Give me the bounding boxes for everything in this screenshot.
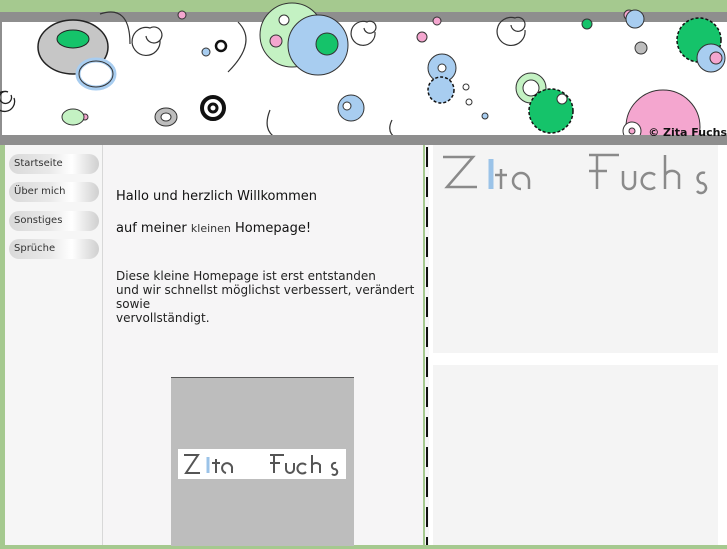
copyright-text: © Zita Fuchs xyxy=(648,126,727,139)
nav-item-sprueche[interactable]: Sprüche xyxy=(9,239,99,259)
welcome-subheading: auf meiner kleinen Homepage! xyxy=(116,221,311,236)
nav-item-sonstiges[interactable]: Sonstiges xyxy=(9,211,99,231)
intro-line: sowie xyxy=(116,297,151,311)
intro-line: und wir schnellst möglichst verbessert, … xyxy=(116,283,415,297)
nav-item-ueber-mich[interactable]: Über mich xyxy=(9,182,99,202)
right-panel-top xyxy=(433,145,718,353)
intro-paragraph: Diese kleine Homepage ist erst entstande… xyxy=(116,269,416,325)
decorative-circles-illustration xyxy=(0,2,726,145)
intro-line: Diese kleine Homepage ist erst entstande… xyxy=(116,269,376,283)
nav-item-startseite[interactable]: Startseite xyxy=(9,154,99,174)
header-banner: © Zita Fuchs xyxy=(0,0,727,145)
sub-suffix: Homepage! xyxy=(235,221,312,236)
sub-prefix: auf meiner xyxy=(116,221,187,236)
small-logo xyxy=(178,449,346,479)
main-content: Hallo und herzlich Willkommen auf meiner… xyxy=(103,145,423,546)
logo-wordmark xyxy=(443,153,708,195)
right-panel-bottom xyxy=(433,365,718,545)
dashed-line xyxy=(426,147,428,545)
welcome-heading: Hallo und herzlich Willkommen xyxy=(116,189,318,204)
sub-small: kleinen xyxy=(190,222,231,235)
bottom-gray-band xyxy=(0,135,727,145)
sidebar-nav: Startseite Über mich Sonstiges Sprüche xyxy=(5,145,103,545)
intro-line: vervollständigt. xyxy=(116,311,210,325)
small-logo-wordmark xyxy=(184,454,339,476)
dashed-divider xyxy=(425,145,429,545)
photo-frame xyxy=(171,377,354,546)
